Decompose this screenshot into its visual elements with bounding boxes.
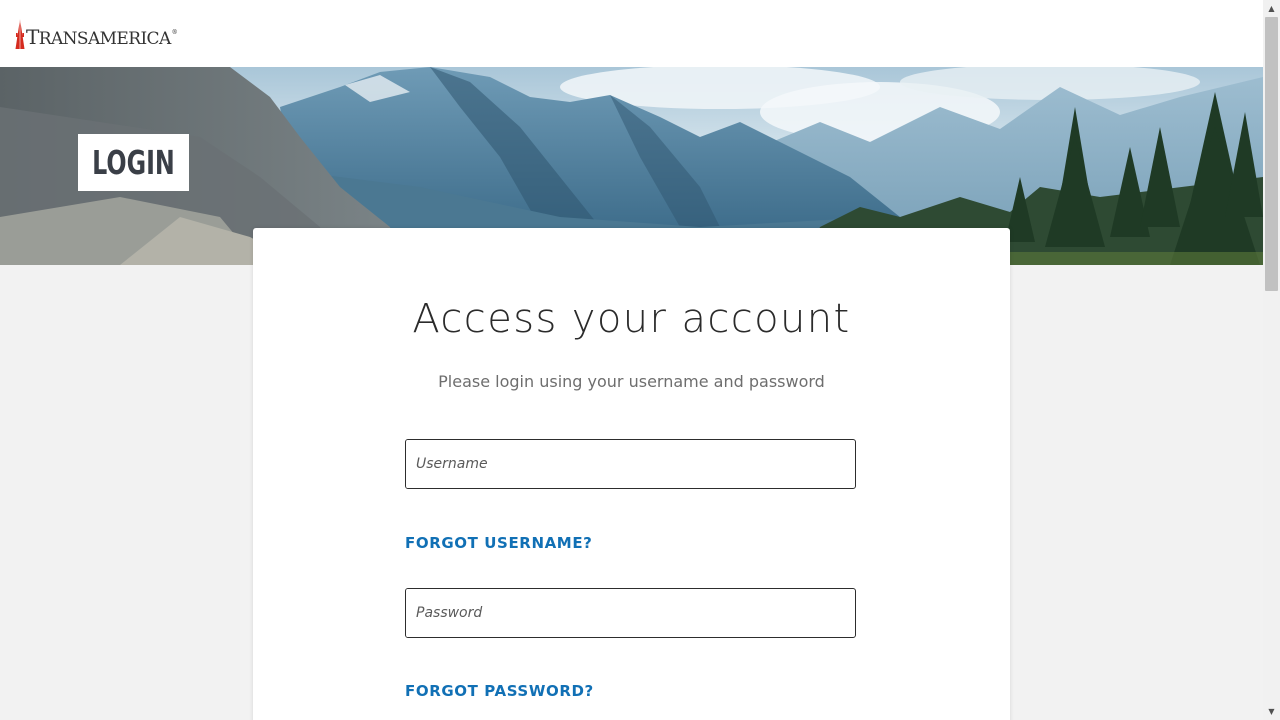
username-input[interactable] [406,440,855,488]
scroll-up-icon[interactable]: ▲ [1263,0,1280,17]
forgot-username-link[interactable]: FORGOT USERNAME? [405,534,592,552]
card-title: Access your account [412,296,851,342]
username-field [405,439,856,489]
login-heading: LOGIN [92,143,175,182]
transamerica-logo[interactable]: TRANSAMERICA ® [15,17,178,49]
password-input[interactable] [406,589,855,637]
vertical-scrollbar[interactable]: ▲ ▼ [1263,0,1280,720]
site-header: TRANSAMERICA ® [0,0,1263,68]
login-card: Access your account Please login using y… [253,228,1010,720]
logo-wordmark: TRANSAMERICA [26,25,171,49]
login-badge: LOGIN [78,134,189,191]
registered-mark: ® [171,29,178,36]
scrollbar-thumb[interactable] [1265,17,1278,291]
scroll-down-icon[interactable]: ▼ [1263,703,1280,720]
card-subtitle: Please login using your username and pas… [438,372,825,391]
forgot-password-link[interactable]: FORGOT PASSWORD? [405,682,594,700]
page: TRANSAMERICA ® LOGIN Access your account… [0,0,1263,720]
password-field [405,588,856,638]
pyramid-icon [15,19,25,49]
